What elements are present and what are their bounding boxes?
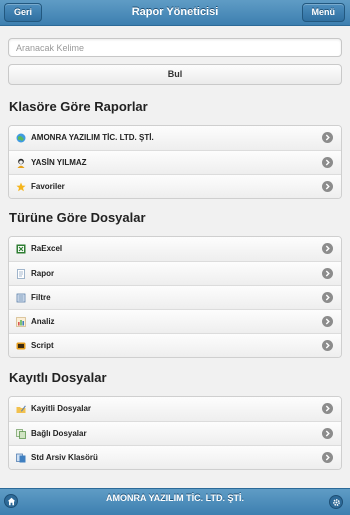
chevron-right-icon xyxy=(322,428,333,439)
chevron-right-icon xyxy=(322,181,333,192)
list-item-label: RaExcel xyxy=(31,244,63,253)
chart-icon xyxy=(16,317,26,327)
excel-icon xyxy=(16,244,26,254)
back-button[interactable]: Geri xyxy=(4,3,43,22)
page-title: Rapor Yöneticisi xyxy=(131,6,219,18)
chevron-right-icon xyxy=(322,157,333,168)
list-item-yasin[interactable]: YASİN YILMAZ xyxy=(9,150,341,174)
chevron-right-icon xyxy=(322,452,333,463)
list-item-amonra[interactable]: AMONRA YAZILIM TİC. LTD. ŞTİ. xyxy=(9,126,341,150)
globe-icon xyxy=(16,133,26,143)
footer-bar: AMONRA YAZILIM TİC. LTD. ŞTİ. xyxy=(0,488,350,515)
list-item-script[interactable]: Script xyxy=(9,333,341,357)
list-item-label: AMONRA YAZILIM TİC. LTD. ŞTİ. xyxy=(31,133,154,142)
list-item-favoriler[interactable]: Favoriler xyxy=(9,174,341,198)
chevron-right-icon xyxy=(322,340,333,351)
script-icon xyxy=(16,341,26,351)
list-item-raexcel[interactable]: RaExcel xyxy=(9,237,341,261)
footer-title: AMONRA YAZILIM TİC. LTD. ŞTİ. xyxy=(106,493,244,503)
search-button[interactable]: Bul xyxy=(8,64,342,85)
list-item-kayitli[interactable]: Kayitli Dosyalar xyxy=(9,397,341,421)
list-item-filtre[interactable]: Filtre xyxy=(9,285,341,309)
list-item-label: Std Arsiv Klasörü xyxy=(31,453,98,462)
chevron-right-icon xyxy=(322,243,333,254)
section-title-types: Türüne Göre Dosyalar xyxy=(9,210,146,225)
star-icon xyxy=(16,182,26,192)
folder-list: AMONRA YAZILIM TİC. LTD. ŞTİ. YASİN YILM… xyxy=(8,125,342,199)
user-icon xyxy=(16,158,26,168)
linked-files-icon xyxy=(16,429,26,439)
list-item-label: Favoriler xyxy=(31,182,65,191)
archive-icon xyxy=(16,453,26,463)
filter-icon xyxy=(16,293,26,303)
chevron-right-icon xyxy=(322,316,333,327)
header-bar: Geri Rapor Yöneticisi Menü xyxy=(0,0,350,26)
list-item-label: YASİN YILMAZ xyxy=(31,158,87,167)
report-icon xyxy=(16,269,26,279)
section-title-folders: Klasöre Göre Raporlar xyxy=(9,99,148,114)
type-list: RaExcel Rapor Filtre Analiz Script xyxy=(8,236,342,358)
saved-list: Kayitli Dosyalar Bağlı Dosyalar Std Arsi… xyxy=(8,396,342,470)
list-item-label: Analiz xyxy=(31,317,55,326)
chevron-right-icon xyxy=(322,132,333,143)
menu-button[interactable]: Menü xyxy=(301,3,345,22)
chevron-right-icon xyxy=(322,292,333,303)
list-item-std-arsiv[interactable]: Std Arsiv Klasörü xyxy=(9,445,341,469)
section-title-saved: Kayıtlı Dosyalar xyxy=(9,370,107,385)
chevron-right-icon xyxy=(322,268,333,279)
list-item-label: Kayitli Dosyalar xyxy=(31,404,92,413)
list-item-analiz[interactable]: Analiz xyxy=(9,309,341,333)
list-item-bagli[interactable]: Bağlı Dosyalar xyxy=(9,421,341,445)
search-input[interactable] xyxy=(8,38,342,57)
gear-icon[interactable] xyxy=(329,495,343,509)
home-icon[interactable] xyxy=(4,494,18,508)
list-item-label: Filtre xyxy=(31,293,51,302)
list-item-label: Bağlı Dosyalar xyxy=(31,429,87,438)
list-item-label: Rapor xyxy=(31,269,55,278)
list-item-rapor[interactable]: Rapor xyxy=(9,261,341,285)
folder-pencil-icon xyxy=(16,404,26,414)
list-item-label: Script xyxy=(31,341,54,350)
chevron-right-icon xyxy=(322,403,333,414)
